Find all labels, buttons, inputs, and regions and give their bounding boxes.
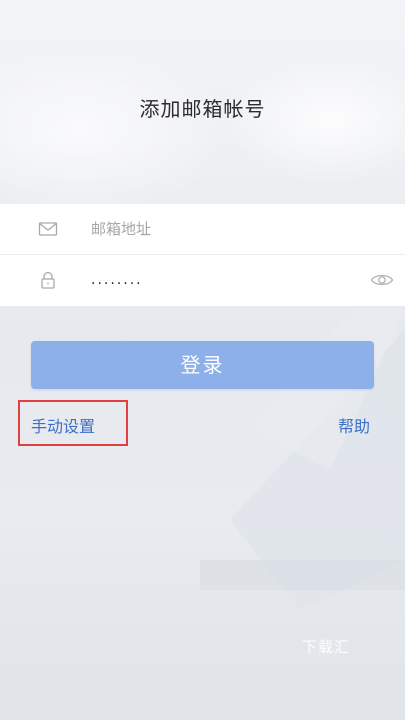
email-row <box>0 204 405 254</box>
login-button[interactable]: 登录 <box>31 341 374 389</box>
eye-icon[interactable] <box>370 271 394 289</box>
mail-icon <box>38 219 58 239</box>
watermark: 下载汇 <box>302 638 351 656</box>
page-title: 添加邮箱帐号 <box>139 97 266 121</box>
email-input[interactable] <box>91 214 351 244</box>
password-input[interactable] <box>91 265 351 295</box>
lock-icon <box>38 270 58 290</box>
help-link[interactable]: 帮助 <box>338 413 370 437</box>
password-row <box>0 255 405 305</box>
manual-setup-link[interactable]: 手动设置 <box>31 413 95 437</box>
login-form <box>0 204 405 306</box>
